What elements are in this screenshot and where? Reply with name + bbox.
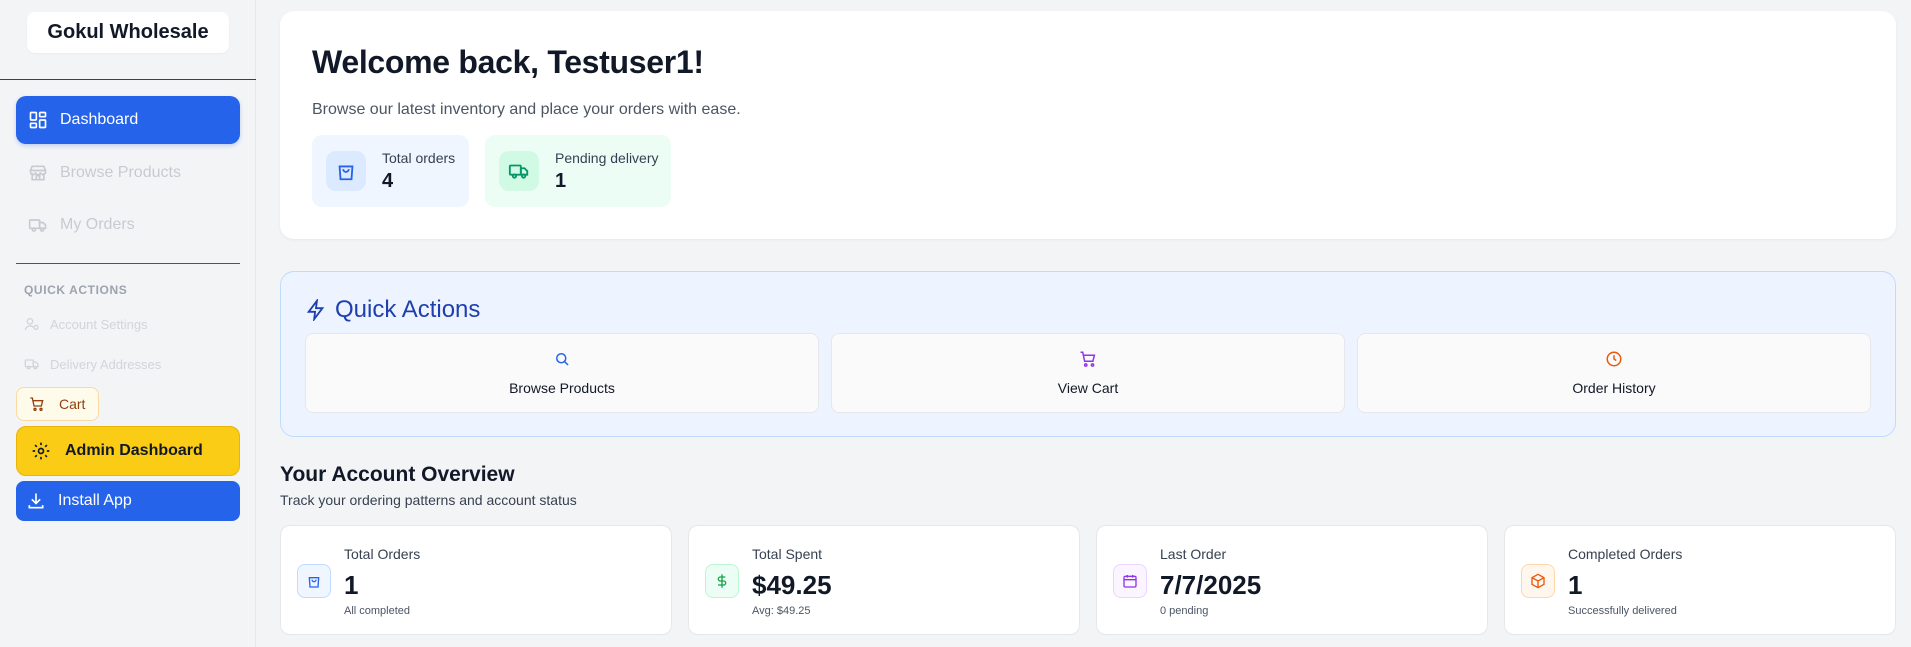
- overview-card-total-spent: Total Spent $49.25 Avg: $49.25: [688, 525, 1080, 635]
- dollar-icon: [705, 564, 739, 598]
- cart-icon: [30, 397, 44, 411]
- package-icon: [1521, 564, 1555, 598]
- card-label: Completed Orders: [1568, 546, 1683, 562]
- card-value: $49.25: [752, 570, 832, 600]
- truck-icon: [28, 219, 47, 232]
- calendar-icon: [1113, 564, 1147, 598]
- lightning-icon: [306, 299, 325, 321]
- stat-value: 1: [555, 169, 567, 192]
- page-title: Welcome back, Testuser1!: [312, 44, 704, 80]
- stat-label: Total orders: [382, 149, 456, 166]
- card-note: Successfully delivered: [1568, 605, 1677, 617]
- sidebar-link-account-settings[interactable]: Account Settings: [24, 316, 148, 332]
- overview-card-last-order: Last Order 7/7/2025 0 pending: [1096, 525, 1488, 635]
- welcome-subtitle: Browse our latest inventory and place yo…: [312, 101, 741, 118]
- clock-icon: [1606, 351, 1622, 367]
- admin-dashboard-button[interactable]: Admin Dashboard: [16, 426, 240, 476]
- button-label: Browse Products: [509, 380, 615, 396]
- stat-value: 4: [382, 169, 394, 192]
- card-label: Total Spent: [752, 546, 823, 562]
- sidebar-link-delivery-addresses[interactable]: Delivery Addresses: [24, 356, 161, 372]
- sidebar-item-label: Browse Products: [60, 164, 181, 181]
- overview-subtitle: Track your ordering patterns and account…: [280, 492, 577, 508]
- pending-delivery-stat: Pending delivery 1: [485, 135, 671, 207]
- divider: [16, 263, 240, 264]
- card-note: 0 pending: [1160, 605, 1209, 617]
- quick-actions-title: Quick Actions: [305, 296, 480, 324]
- card-label: Last Order: [1160, 546, 1227, 562]
- sidebar-link-label: Account Settings: [50, 316, 148, 332]
- cart-button[interactable]: Cart: [16, 387, 99, 421]
- brand-logo[interactable]: Gokul Wholesale: [27, 12, 229, 53]
- install-app-label: Install App: [58, 492, 132, 509]
- cart-label: Cart: [59, 396, 86, 412]
- overview-card-completed-orders: Completed Orders 1 Successfully delivere…: [1504, 525, 1896, 635]
- sidebar-item-label: Dashboard: [60, 111, 139, 128]
- admin-dashboard-label: Admin Dashboard: [65, 442, 203, 459]
- truck-icon: [24, 359, 39, 370]
- stat-label: Pending delivery: [555, 149, 659, 166]
- shopping-bag-icon: [326, 151, 366, 191]
- sidebar-item-dashboard[interactable]: Dashboard: [16, 96, 240, 144]
- download-icon: [28, 493, 44, 509]
- browse-products-button[interactable]: Browse Products: [305, 333, 819, 413]
- dashboard-icon: [29, 111, 47, 129]
- sidebar: Gokul Wholesale Dashboard Browse Product…: [0, 0, 256, 647]
- quick-actions-title-text: Quick Actions: [335, 296, 481, 323]
- card-value: 1: [344, 570, 359, 600]
- welcome-card: Welcome back, Testuser1! Browse our late…: [280, 11, 1896, 239]
- card-value: 7/7/2025: [1160, 570, 1262, 600]
- card-label: Total Orders: [344, 546, 421, 562]
- quick-actions-heading: QUICK ACTIONS: [24, 283, 128, 297]
- truck-icon: [499, 151, 539, 191]
- search-icon: [556, 353, 569, 366]
- overview-card-total-orders: Total Orders 1 All completed: [280, 525, 672, 635]
- sidebar-link-label: Delivery Addresses: [50, 356, 162, 372]
- quick-actions-card: Quick Actions Browse Products View Cart …: [280, 271, 1896, 437]
- card-note: Avg: $49.25: [752, 605, 811, 617]
- gear-icon: [32, 442, 50, 460]
- total-orders-stat: Total orders 4: [312, 135, 469, 207]
- install-app-button[interactable]: Install App: [16, 481, 240, 521]
- sidebar-item-my-orders[interactable]: My Orders: [16, 201, 240, 249]
- main-content: Welcome back, Testuser1! Browse our late…: [256, 0, 1911, 647]
- divider: [0, 79, 256, 80]
- card-value: 1: [1568, 570, 1583, 600]
- overview-title: Your Account Overview: [280, 463, 515, 486]
- shopping-bag-icon: [297, 564, 331, 598]
- sidebar-item-label: My Orders: [60, 216, 135, 233]
- order-history-button[interactable]: Order History: [1357, 333, 1871, 413]
- store-icon: [29, 165, 47, 181]
- button-label: Order History: [1572, 380, 1656, 396]
- view-cart-button[interactable]: View Cart: [831, 333, 1345, 413]
- sidebar-item-browse-products[interactable]: Browse Products: [16, 149, 240, 197]
- cart-icon: [1080, 351, 1096, 367]
- button-label: View Cart: [1057, 380, 1119, 396]
- card-note: All completed: [344, 605, 411, 617]
- user-settings-icon: [24, 318, 39, 331]
